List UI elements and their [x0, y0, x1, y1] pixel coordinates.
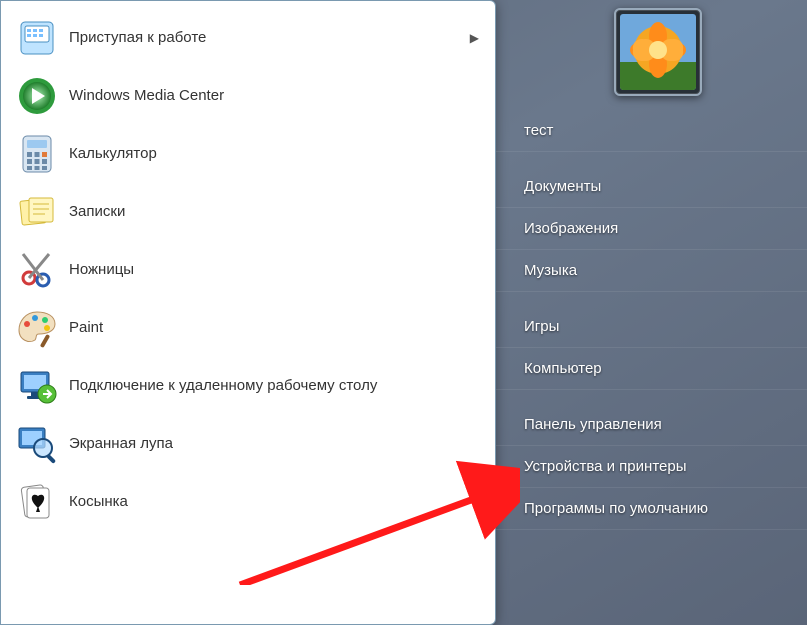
program-label: Экранная лупа — [69, 435, 485, 454]
right-item-label: Музыка — [524, 262, 577, 279]
program-getting-started[interactable]: Приступая к работе ▶ — [9, 9, 491, 67]
program-remote-desktop[interactable]: Подключение к удаленному рабочему столу — [9, 357, 491, 415]
getting-started-icon — [15, 16, 59, 60]
start-menu-left-panel: Приступая к работе ▶ Windows Media Cente… — [0, 0, 496, 625]
separator — [496, 390, 807, 404]
sticky-notes-icon — [15, 190, 59, 234]
separator — [496, 292, 807, 306]
right-item-label: Документы — [524, 178, 601, 195]
remote-desktop-icon — [15, 364, 59, 408]
right-item-label: Устройства и принтеры — [524, 458, 686, 475]
right-item-computer[interactable]: Компьютер — [496, 348, 807, 390]
right-item-pictures[interactable]: Изображения — [496, 208, 807, 250]
right-item-music[interactable]: Музыка — [496, 250, 807, 292]
right-item-default-programs[interactable]: Программы по умолчанию — [496, 488, 807, 530]
program-label: Ножницы — [69, 261, 485, 280]
program-paint[interactable]: Paint — [9, 299, 491, 357]
program-label: Paint — [69, 319, 485, 338]
program-media-center[interactable]: Windows Media Center — [9, 67, 491, 125]
snipping-tool-icon — [15, 248, 59, 292]
program-solitaire[interactable]: Косынка — [9, 473, 491, 531]
program-label: Подключение к удаленному рабочему столу — [69, 377, 485, 396]
paint-icon — [15, 306, 59, 350]
right-item-devices-printers[interactable]: Устройства и принтеры — [496, 446, 807, 488]
right-item-games[interactable]: Игры — [496, 306, 807, 348]
program-sticky-notes[interactable]: Записки — [9, 183, 491, 241]
right-item-label: Компьютер — [524, 360, 602, 377]
program-label: Приступая к работе — [69, 29, 460, 48]
program-calculator[interactable]: Калькулятор — [9, 125, 491, 183]
right-item-control-panel[interactable]: Панель управления — [496, 404, 807, 446]
program-snipping-tool[interactable]: Ножницы — [9, 241, 491, 299]
right-item-label: Изображения — [524, 220, 618, 237]
program-magnifier[interactable]: Экранная лупа — [9, 415, 491, 473]
right-item-documents[interactable]: Документы — [496, 166, 807, 208]
start-menu-right-panel: тест Документы Изображения Музыка Игры К… — [496, 0, 807, 625]
calculator-icon — [15, 132, 59, 176]
program-label: Windows Media Center — [69, 87, 485, 106]
program-label: Калькулятор — [69, 145, 485, 164]
separator — [496, 152, 807, 166]
media-center-icon — [15, 74, 59, 118]
submenu-arrow-icon: ▶ — [470, 31, 479, 45]
solitaire-icon — [15, 480, 59, 524]
right-item-label: Игры — [524, 318, 559, 335]
magnifier-icon — [15, 422, 59, 466]
right-item-label: Панель управления — [524, 416, 662, 433]
program-label: Косынка — [69, 493, 485, 512]
right-item-label: тест — [524, 122, 553, 139]
program-label: Записки — [69, 203, 485, 222]
right-item-label: Программы по умолчанию — [524, 500, 708, 517]
right-item-user[interactable]: тест — [496, 110, 807, 152]
